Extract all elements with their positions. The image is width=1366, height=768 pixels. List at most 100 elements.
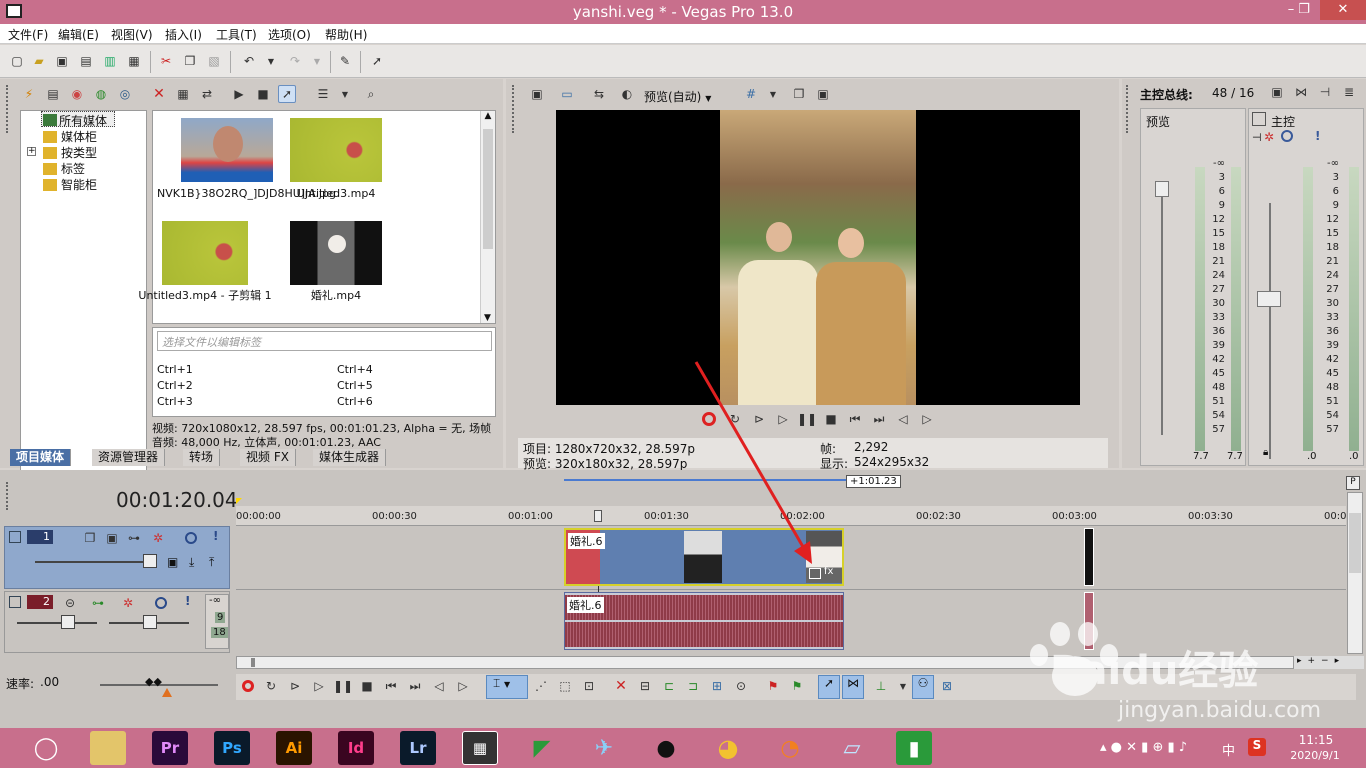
make-child-icon[interactable]: ⤓ xyxy=(189,555,194,570)
master-fader[interactable] xyxy=(1257,291,1281,307)
pinned-green-icon[interactable]: ▮ xyxy=(896,731,932,765)
split-screen-icon[interactable]: ⇆ xyxy=(590,85,608,103)
cut-icon[interactable]: ✂ xyxy=(157,52,175,70)
tray-icons[interactable]: ▴ ● ✕ ▮ ⊕ ▮ ♪ xyxy=(1100,740,1187,755)
external-monitor-icon[interactable]: ▭ xyxy=(558,85,576,103)
track-inserts-icon[interactable]: ⊶ xyxy=(89,594,107,612)
tab-explorer[interactable]: 资源管理器 xyxy=(92,449,166,466)
clock-time[interactable]: 11:15 xyxy=(1290,733,1342,747)
redo-icon[interactable]: ↷ xyxy=(286,52,304,70)
event-fx-icon[interactable]: fx xyxy=(824,566,833,577)
master-props-icon[interactable] xyxy=(1252,112,1266,126)
app-premiere[interactable]: Pr xyxy=(152,731,188,765)
redo-dropdown-icon[interactable]: ▼ xyxy=(308,52,326,70)
timeline-vertical-scrollbar[interactable] xyxy=(1347,492,1363,654)
media-thumb-wedding[interactable] xyxy=(290,221,382,285)
stop-icon[interactable]: ■ xyxy=(822,410,840,428)
pause-icon[interactable]: ❚❚ xyxy=(797,410,817,428)
app-illustrator[interactable]: Ai xyxy=(276,731,312,765)
undo-dropdown-icon[interactable]: ▼ xyxy=(262,52,280,70)
lock-event-icon[interactable]: ⊙ xyxy=(732,677,750,695)
tab-media-generators[interactable]: 媒体生成器 xyxy=(313,449,387,466)
solo-icon[interactable]: ! xyxy=(1315,129,1320,143)
play-icon[interactable]: ▷ xyxy=(774,410,792,428)
magnifier-icon[interactable]: ⌕ xyxy=(362,85,380,103)
split-icon[interactable]: ⊞ xyxy=(708,677,726,695)
play-icon[interactable]: ▷ xyxy=(310,677,328,695)
trim-start-icon[interactable]: ⊏ xyxy=(660,677,678,695)
make-parent-icon[interactable]: ⤒ xyxy=(209,555,214,570)
pinned-app-2-icon[interactable]: ✈ xyxy=(586,731,622,765)
go-to-start-icon[interactable]: ⏮ xyxy=(846,410,864,428)
rate-slider-thumb[interactable]: ◆◆ xyxy=(145,675,162,688)
next-frame-icon[interactable]: ▷ xyxy=(454,677,472,695)
search-media-icon[interactable]: ◎ xyxy=(116,85,134,103)
vegas-app-icon[interactable]: ▦ xyxy=(462,731,498,765)
snapping-icon[interactable]: ➚ xyxy=(818,675,840,699)
loop-region-bar[interactable] xyxy=(564,479,846,481)
preview-fx-icon[interactable]: ◐ xyxy=(618,85,636,103)
track-collapse-icon[interactable] xyxy=(9,596,21,608)
go-to-end-icon[interactable]: ⏭ xyxy=(870,410,888,428)
event-pan-crop-icon[interactable] xyxy=(809,568,821,579)
open-folder-icon[interactable]: ▰ xyxy=(30,52,48,70)
go-to-end-icon[interactable]: ⏭ xyxy=(406,677,424,695)
arm-record-icon[interactable]: ⊝ xyxy=(61,594,79,612)
mute-icon[interactable] xyxy=(1281,130,1293,142)
shortcut-ctrl1[interactable]: Ctrl+1 xyxy=(157,363,193,376)
insert-marker-icon[interactable]: ⚑ xyxy=(764,677,782,695)
level-slider[interactable] xyxy=(143,554,157,568)
audio-fx-icon[interactable]: ✲ xyxy=(119,594,137,612)
new-icon[interactable]: ▢ xyxy=(8,52,26,70)
tab-project-media[interactable]: 项目媒体 xyxy=(10,449,72,466)
time-ruler[interactable]: 00:00:00 00:00:30 00:01:00 00:01:30 00:0… xyxy=(236,506,1346,526)
copy-icon[interactable]: ❐ xyxy=(181,52,199,70)
loop-icon[interactable]: ↻ xyxy=(262,677,280,695)
tree-item-all-media[interactable]: 所有媒体 xyxy=(41,111,115,128)
expand-toggle-icon[interactable]: + xyxy=(27,147,36,156)
maximize-button[interactable]: ❐ xyxy=(1290,0,1318,20)
timecode-display[interactable]: 00:01:20.04 xyxy=(116,488,238,512)
chrome-icon[interactable]: ◕ xyxy=(710,731,746,765)
preview-fader[interactable] xyxy=(1155,181,1169,197)
envelope-tool-icon[interactable]: ⋰ xyxy=(532,677,550,695)
next-frame-icon[interactable]: ▷ xyxy=(918,410,936,428)
ignore-grouping-icon[interactable]: ⊠ xyxy=(938,677,956,695)
meter-options-icon[interactable]: ≣ xyxy=(1340,83,1358,101)
auto-crossfade-icon[interactable]: ⋈ xyxy=(842,675,864,699)
delete-icon[interactable]: ✕ xyxy=(612,677,630,695)
overlays-dropdown-icon[interactable]: ▼ xyxy=(764,85,782,103)
end-video-clip[interactable] xyxy=(1084,528,1094,586)
shortcut-ctrl6[interactable]: Ctrl+6 xyxy=(337,395,373,408)
app-lightroom[interactable]: Lr xyxy=(400,731,436,765)
tab-transitions[interactable]: 转场 xyxy=(183,449,221,466)
preview-properties-icon[interactable]: ▣ xyxy=(528,85,546,103)
media-thumb-photo[interactable] xyxy=(181,118,273,182)
save-as-icon[interactable]: ▤ xyxy=(77,52,95,70)
master-fx-icon[interactable]: ✲ xyxy=(1264,130,1274,144)
properties-icon[interactable]: ▦ xyxy=(125,52,143,70)
tree-item-smart-bins[interactable]: 智能柜 xyxy=(43,176,97,193)
media-thumb-subclip[interactable] xyxy=(162,221,248,285)
get-media-icon[interactable]: ◉ xyxy=(68,85,86,103)
auto-preview-icon[interactable]: ➚ xyxy=(278,85,296,103)
shortcut-ctrl3[interactable]: Ctrl+3 xyxy=(157,395,193,408)
menu-help[interactable]: 帮助(H) xyxy=(325,26,367,43)
dim-output-icon[interactable]: ⊣ xyxy=(1316,83,1334,101)
app-photoshop[interactable]: Ps xyxy=(214,731,250,765)
record-icon[interactable] xyxy=(702,412,716,426)
capture-video-icon[interactable]: ▤ xyxy=(44,85,62,103)
panel-grip-icon[interactable] xyxy=(6,85,8,133)
ripple-dropdown-icon[interactable]: ▼ xyxy=(894,677,912,695)
ime-indicator[interactable]: 中 xyxy=(1222,740,1235,759)
views-dropdown-icon[interactable]: ▼ xyxy=(336,85,354,103)
solo-track-icon[interactable]: ! xyxy=(185,594,190,608)
video-clip[interactable]: 婚礼.6 fx xyxy=(564,528,844,586)
menu-insert[interactable]: 插入(I) xyxy=(165,26,202,43)
clock-date[interactable]: 2020/9/1 xyxy=(1282,749,1348,762)
save-snapshot-icon[interactable]: ▣ xyxy=(814,85,832,103)
menu-edit[interactable]: 编辑(E) xyxy=(58,26,99,43)
video-preview-screen[interactable] xyxy=(556,110,1080,405)
track-collapse-icon[interactable] xyxy=(9,531,21,543)
pinned-app-icon[interactable]: ◤ xyxy=(524,731,560,765)
